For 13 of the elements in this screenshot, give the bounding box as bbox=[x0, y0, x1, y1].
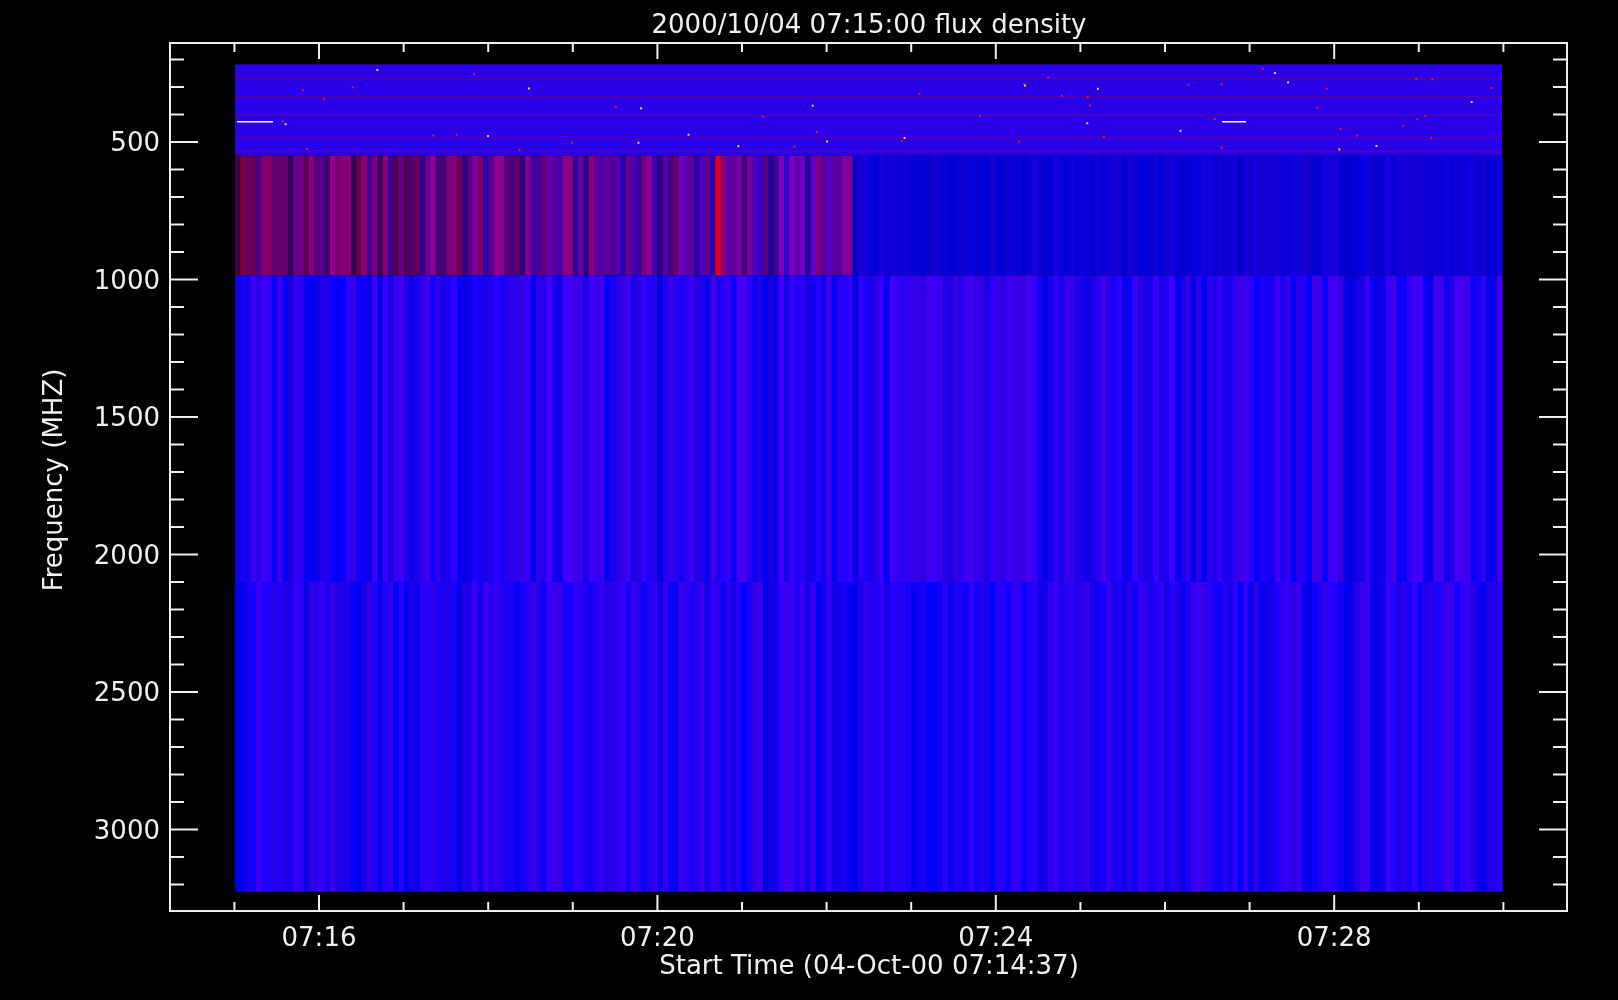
y-tick-label: 3000 bbox=[93, 814, 160, 845]
y-tick-label: 2500 bbox=[93, 677, 160, 707]
y-tick-label: 2000 bbox=[93, 539, 160, 570]
y-tick-label: 500 bbox=[110, 127, 160, 157]
x-tick-label: 07:16 bbox=[281, 922, 357, 952]
x-tick-label: 07:28 bbox=[1296, 922, 1372, 952]
y-tick-label: 1500 bbox=[93, 402, 160, 432]
y-axis-label: Frequency (MHZ) bbox=[38, 368, 68, 592]
plot-title: 2000/10/04 07:15:00 flux density bbox=[651, 9, 1087, 39]
y-tick-label: 1000 bbox=[93, 264, 160, 295]
x-tick-label: 07:24 bbox=[958, 922, 1034, 952]
x-tick-label: 07:20 bbox=[619, 922, 695, 952]
x-axis-label: Start Time (04-Oct-00 07:14:37) bbox=[659, 950, 1079, 980]
